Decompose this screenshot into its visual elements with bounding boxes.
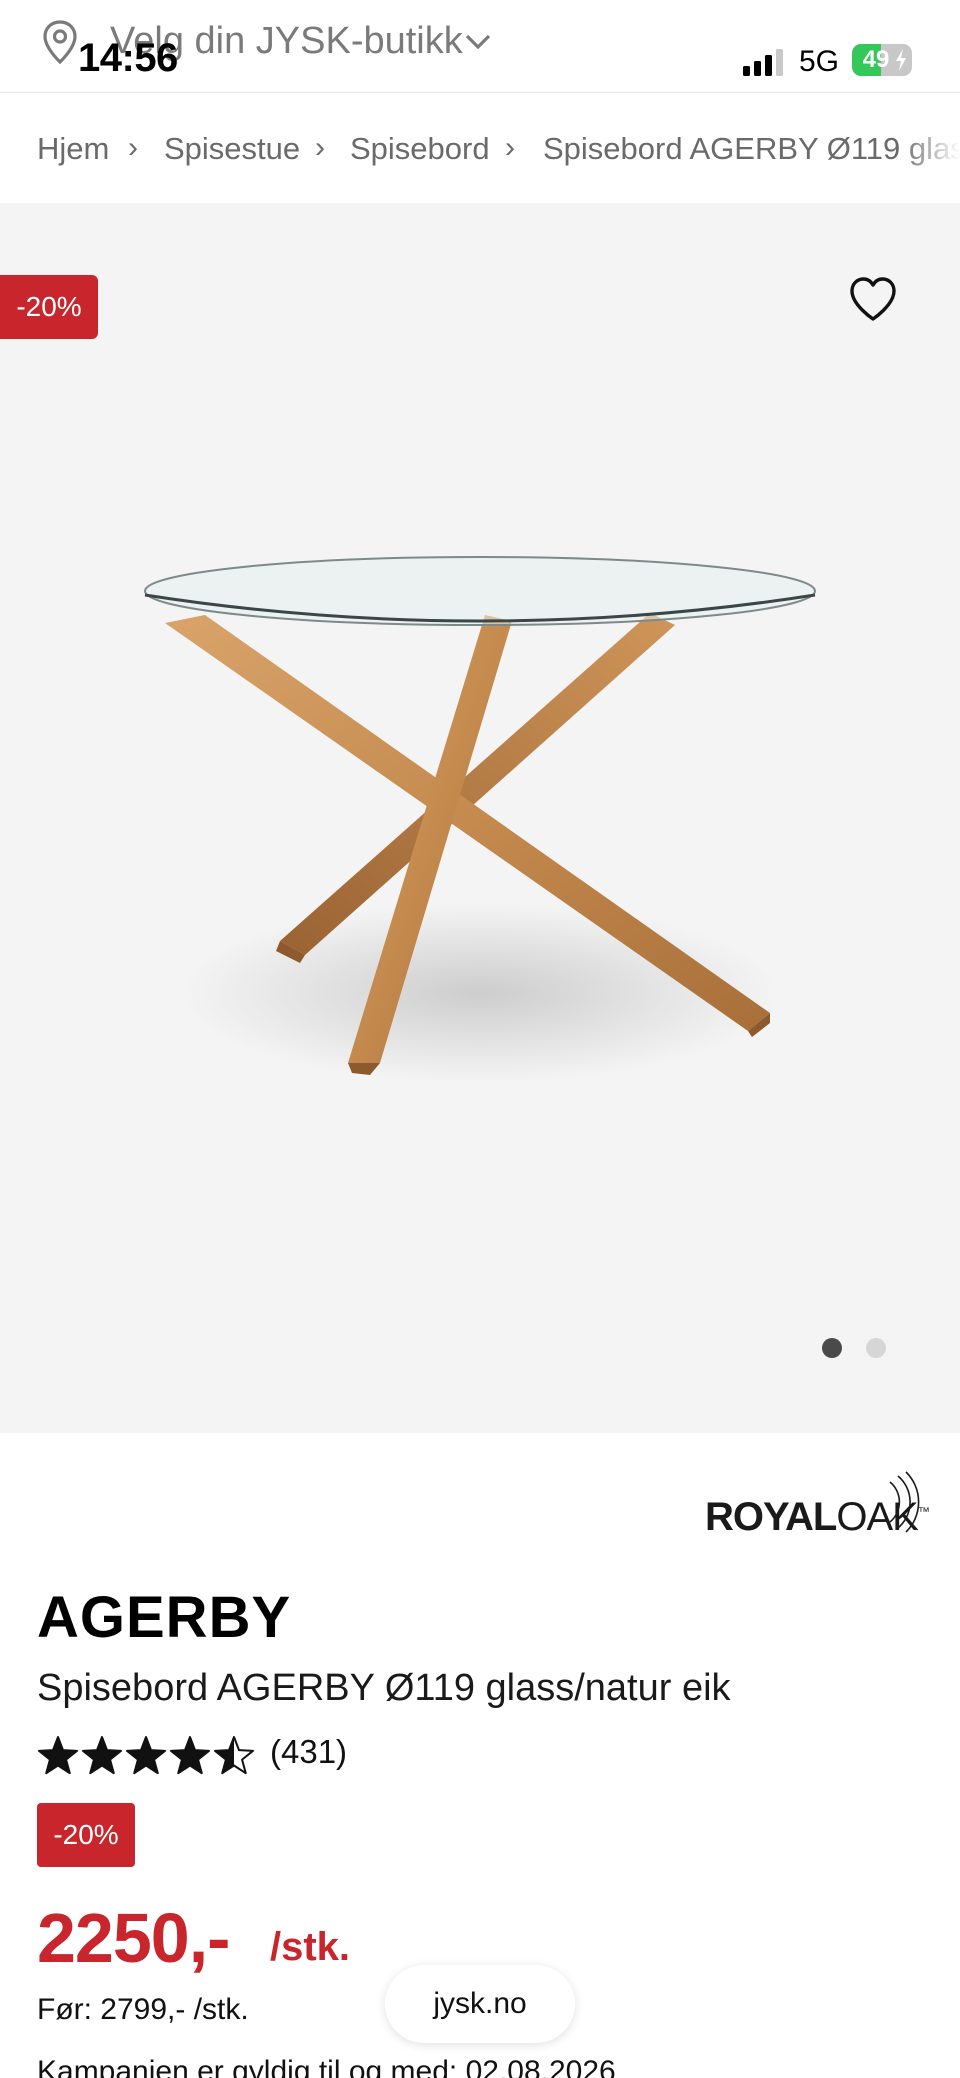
star-icon xyxy=(169,1736,211,1775)
status-time: 14:56 xyxy=(78,36,178,80)
price-unit: /stk. xyxy=(270,1925,351,1969)
breadcrumb-separator-icon: › xyxy=(128,131,138,164)
price-discount-badge: -20% xyxy=(37,1803,135,1867)
rating-stars[interactable] xyxy=(38,1734,258,1778)
location-pin-icon[interactable] xyxy=(40,18,80,66)
before-price: Før: 2799,- /stk. xyxy=(37,1993,249,2026)
signal-icon xyxy=(743,49,783,76)
breadcrumb-separator-icon: › xyxy=(505,131,515,164)
breadcrumb-fade xyxy=(900,93,960,203)
star-icon xyxy=(38,1736,79,1775)
carousel-dot-active[interactable] xyxy=(822,1338,842,1358)
discount-badge: -20% xyxy=(0,275,98,339)
star-icon xyxy=(81,1736,123,1775)
battery-percent: 49 xyxy=(862,46,890,73)
breadcrumb-item-dining-room[interactable]: Spisestue xyxy=(164,131,300,167)
campaign-validity: Kampanjen er gyldig til og med: 02.08.20… xyxy=(37,2055,616,2078)
carousel-dot[interactable] xyxy=(866,1338,886,1358)
product-image xyxy=(144,556,816,1083)
star-icon xyxy=(213,1736,255,1775)
heart-icon[interactable] xyxy=(848,275,898,323)
network-label: 5G xyxy=(799,45,840,78)
product-image-gallery[interactable]: -20% xyxy=(0,203,960,1433)
browser-url-pill[interactable]: jysk.no xyxy=(385,1965,575,2043)
star-icon xyxy=(125,1736,167,1775)
price: 2250,- xyxy=(37,1899,230,1977)
breadcrumb-item-home[interactable]: Hjem xyxy=(37,131,109,167)
breadcrumb-separator-icon: › xyxy=(315,131,325,164)
battery-indicator: 49 xyxy=(852,44,912,76)
product-description: Spisebord AGERBY Ø119 glass/natur eik xyxy=(37,1667,731,1709)
breadcrumb: Hjem › Spisestue › Spisebord › Spisebord… xyxy=(0,93,960,203)
product-name: AGERBY xyxy=(37,1585,292,1650)
rating-count[interactable]: (431) xyxy=(270,1733,347,1771)
breadcrumb-item-dining-tables[interactable]: Spisebord xyxy=(350,131,490,167)
charging-bolt-icon xyxy=(896,49,906,71)
chevron-down-icon[interactable] xyxy=(463,30,493,54)
brand-name: ROYALOAK™ xyxy=(705,1495,930,1539)
top-bar: Velg din JYSK-butikk 14:56 5G 49 xyxy=(0,0,960,93)
breadcrumb-item-current: Spisebord AGERBY Ø119 glass/natur eik xyxy=(543,131,960,166)
